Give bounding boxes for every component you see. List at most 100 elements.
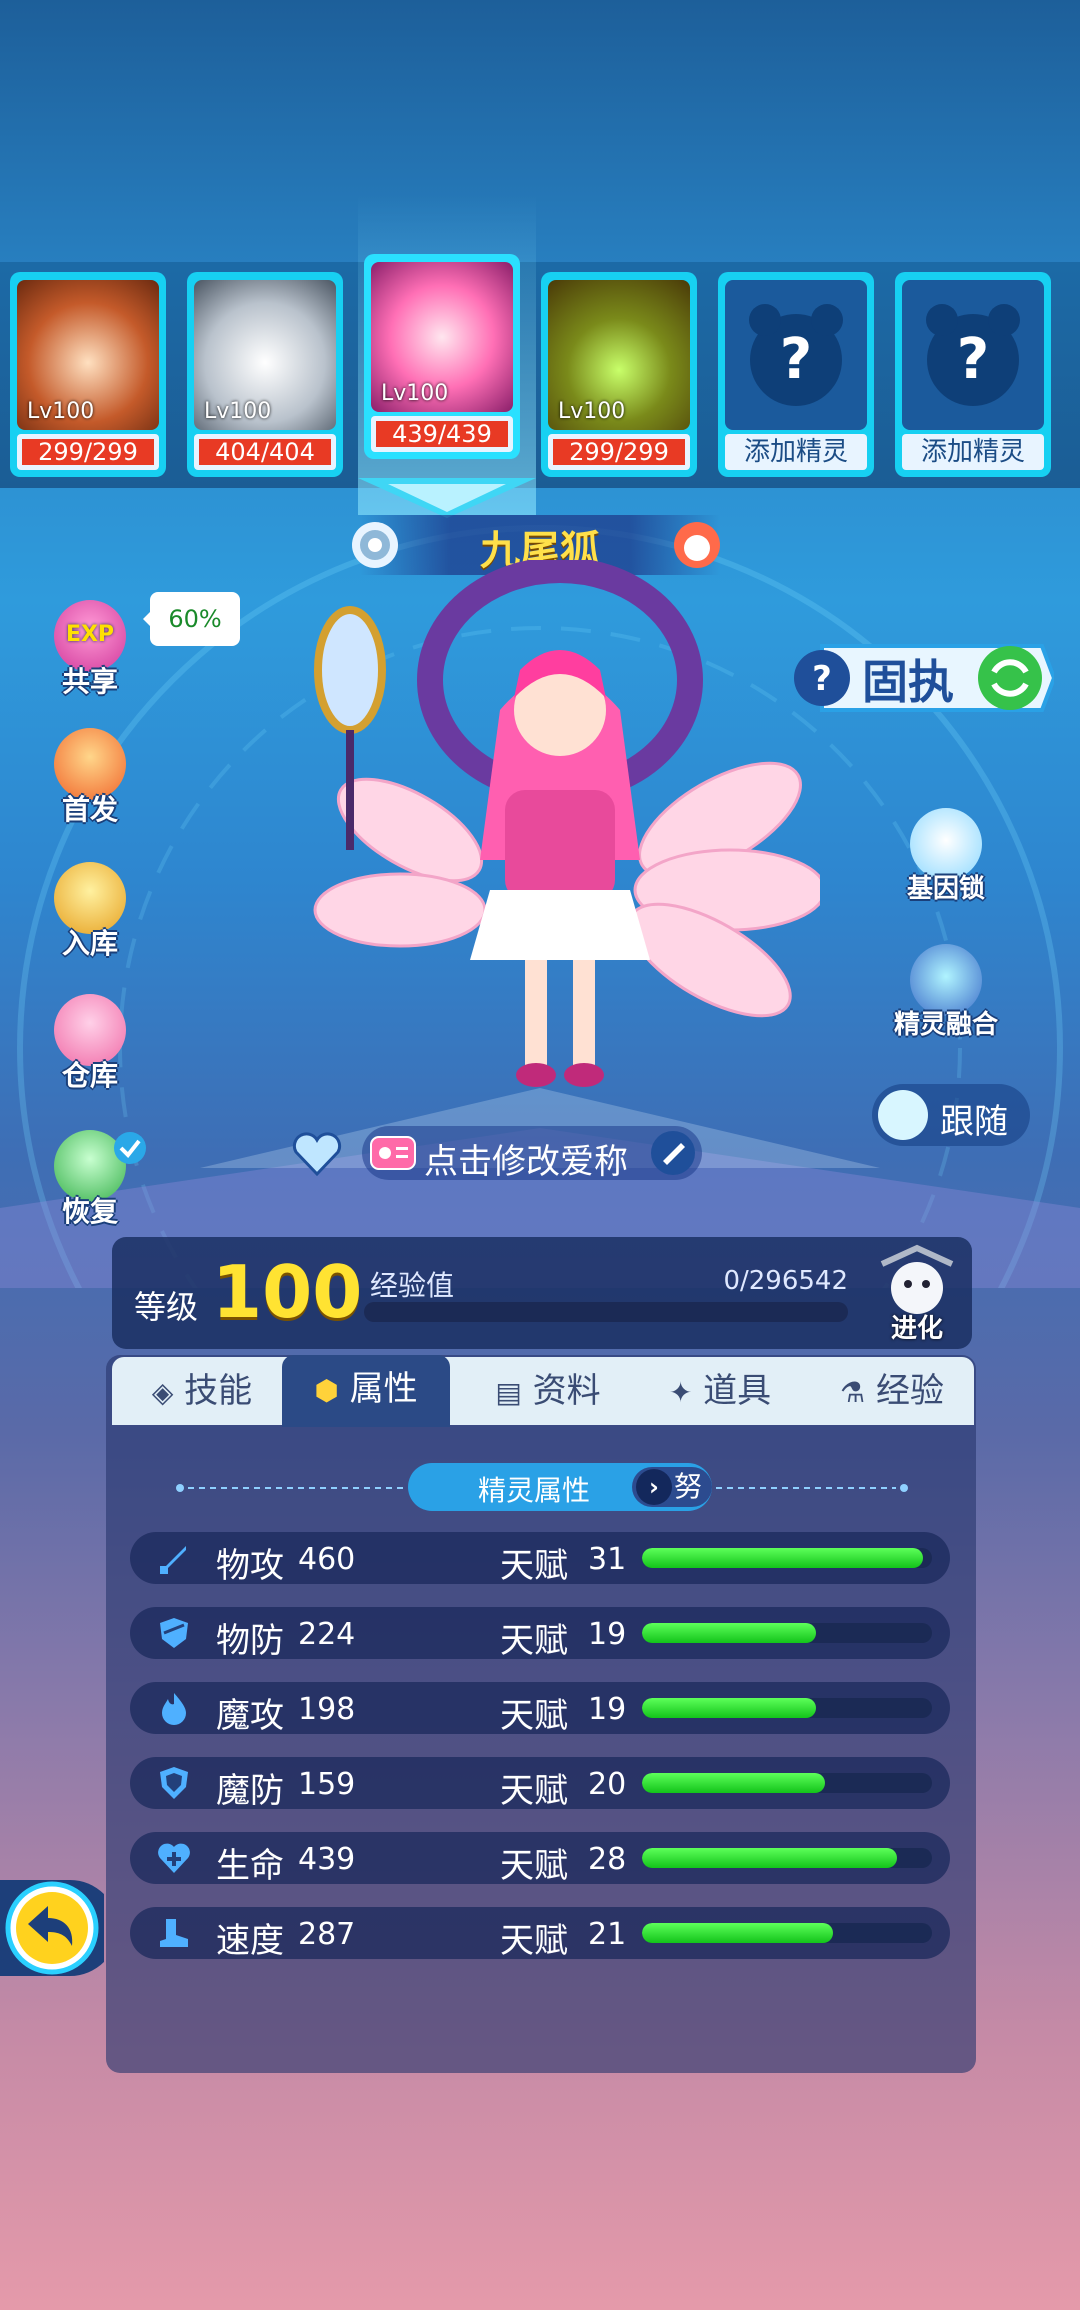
heart-icon[interactable] — [290, 1130, 344, 1178]
talent-label: 天赋 — [500, 1546, 568, 1586]
talent-label: 天赋 — [500, 1921, 568, 1961]
attribute-value: 159 — [298, 1767, 356, 1802]
add-pet-label: 添加精灵 — [902, 434, 1044, 470]
exp-share-button[interactable]: EXP 共享 — [40, 600, 140, 698]
attribute-value: 287 — [298, 1917, 356, 1952]
attribute-name: 速度 — [216, 1921, 284, 1961]
talent-value: 28 — [588, 1842, 627, 1877]
hp-bar: 439/439 — [371, 416, 513, 452]
trait-label: 固执 — [862, 655, 954, 709]
tab-label: 属性 — [349, 1369, 418, 1409]
follow-label: 跟随 — [940, 1102, 1008, 1142]
set-first-button[interactable]: 首发 — [40, 728, 140, 826]
attribute-name: 物攻 — [216, 1546, 284, 1586]
follow-toggle[interactable]: 跟随 — [872, 1084, 1030, 1146]
boot-icon — [160, 1919, 188, 1947]
talent-value: 19 — [588, 1692, 627, 1727]
set-first-label: 首发 — [61, 793, 118, 826]
talent-value: 31 — [588, 1542, 627, 1577]
exp-label: 经验值 — [370, 1269, 455, 1302]
nickname-label: 点击修改爱称 — [424, 1142, 628, 1182]
fusion-label: 精灵融合 — [893, 1010, 998, 1040]
evolve-button[interactable]: 进化 — [872, 1244, 962, 1344]
hp-bar: 299/299 — [17, 434, 159, 470]
hp-bar: 404/404 — [194, 434, 336, 470]
tab-skills[interactable]: ◈ 技能 — [122, 1357, 282, 1425]
attribute-row: 魔防 159 天赋 20 — [130, 1757, 950, 1811]
attribute-row: 生命 439 天赋 28 — [130, 1832, 950, 1886]
attribute-value: 198 — [298, 1692, 356, 1727]
talent-label: 天赋 — [500, 1846, 568, 1886]
hp-text: 439/439 — [376, 421, 508, 447]
talent-label: 天赋 — [500, 1621, 568, 1661]
edit-icon — [651, 1131, 695, 1175]
talent-fill — [642, 1623, 816, 1643]
talent-bar — [642, 1848, 932, 1868]
hp-text: 299/299 — [22, 439, 154, 465]
attribute-value: 439 — [298, 1842, 356, 1877]
heal-label: 恢复 — [61, 1195, 118, 1228]
item-icon: ✦ — [668, 1376, 693, 1409]
talent-fill — [642, 1923, 834, 1943]
flask-icon: ⚗ — [840, 1376, 866, 1409]
svg-text:?: ? — [812, 659, 832, 699]
team-slot-5-empty[interactable]: ? 添加精灵 — [718, 272, 874, 477]
level-label: Lv100 — [204, 399, 272, 424]
pet-character — [313, 560, 820, 1087]
attribute-value: 460 — [298, 1542, 356, 1577]
team-slot-3-selected[interactable]: Lv100 439/439 — [364, 254, 520, 459]
attribute-header: 精灵属性 › 努 — [408, 1463, 712, 1511]
attribute-mode-switch[interactable]: › 努 — [632, 1467, 712, 1507]
exp-badge: EXP — [65, 622, 115, 647]
attribute-title: 精灵属性 — [478, 1474, 591, 1507]
team-slot-1[interactable]: Lv100 299/299 — [10, 272, 166, 477]
talent-bar — [642, 1623, 932, 1643]
armor-icon — [160, 1618, 188, 1648]
level-label: Lv100 — [381, 381, 449, 406]
empty-portrait: ? — [902, 280, 1044, 430]
talent-fill — [642, 1773, 825, 1793]
talent-bar — [642, 1548, 932, 1568]
tab-label: 技能 — [184, 1371, 253, 1411]
attribute-row: 物防 224 天赋 19 — [130, 1607, 950, 1661]
evolve-label: 进化 — [890, 1314, 943, 1344]
fusion-button[interactable]: 精灵融合 — [882, 944, 1010, 1040]
back-button[interactable] — [0, 1876, 118, 1980]
attribute-name: 魔攻 — [216, 1696, 284, 1736]
heal-button[interactable]: 恢复 — [40, 1130, 146, 1228]
hp-bar: 299/299 — [548, 434, 690, 470]
svg-text:?: ? — [957, 327, 989, 392]
gene-lock-button[interactable]: 基因锁 — [896, 808, 996, 904]
tab-experience[interactable]: ⚗ 经验 — [810, 1357, 974, 1425]
heart-plus-icon — [158, 1843, 190, 1873]
flame-icon — [162, 1693, 186, 1725]
level-label: Lv100 — [558, 399, 626, 424]
gene-lock-label: 基因锁 — [906, 874, 985, 904]
attribute-name: 物防 — [216, 1621, 284, 1661]
store-button[interactable]: 入库 — [40, 862, 140, 960]
exp-progress-bar — [364, 1302, 848, 1322]
toggle-knob — [878, 1090, 928, 1140]
hp-text: 404/404 — [199, 439, 331, 465]
tab-attributes[interactable]: ⬢ 属性 — [282, 1355, 450, 1427]
trait-button[interactable]: ? 固执 — [792, 632, 1057, 724]
check-icon — [114, 1132, 146, 1164]
tab-profile[interactable]: ▤ 资料 — [468, 1357, 628, 1425]
talent-label: 天赋 — [500, 1771, 568, 1811]
warehouse-button[interactable]: 仓库 — [40, 994, 140, 1092]
attribute-row: 物攻 460 天赋 31 — [130, 1532, 950, 1586]
talent-bar — [642, 1773, 932, 1793]
talent-value: 21 — [588, 1917, 627, 1952]
exp-value: 0/296542 — [723, 1266, 848, 1296]
tab-items[interactable]: ✦ 道具 — [640, 1357, 800, 1425]
attribute-row: 魔攻 198 天赋 19 — [130, 1682, 950, 1736]
team-slot-4[interactable]: Lv100 299/299 — [541, 272, 697, 477]
team-slot-2[interactable]: Lv100 404/404 — [187, 272, 343, 477]
talent-label: 天赋 — [500, 1696, 568, 1736]
attribute-name: 生命 — [216, 1846, 284, 1886]
nickname-button[interactable]: 点击修改爱称 — [362, 1126, 702, 1182]
selected-arrow-icon — [358, 478, 536, 518]
tab-label: 道具 — [703, 1371, 772, 1411]
talent-bar — [642, 1923, 932, 1943]
team-slot-6-empty[interactable]: ? 添加精灵 — [895, 272, 1051, 477]
